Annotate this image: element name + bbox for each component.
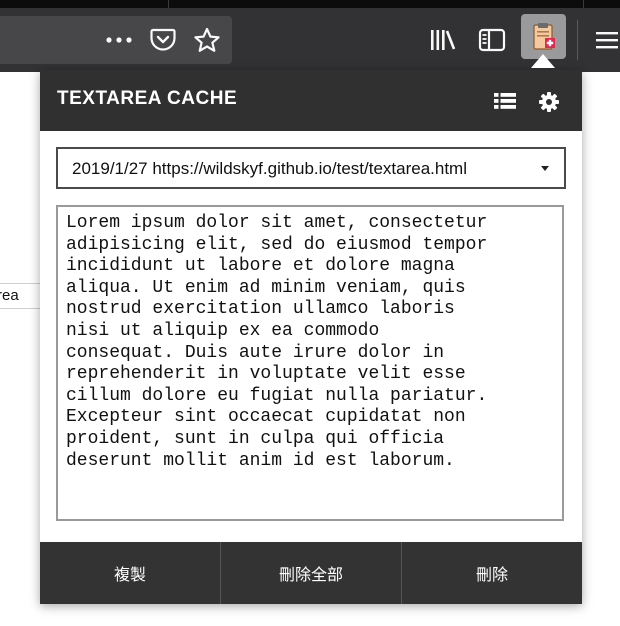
list-icon[interactable] (493, 90, 517, 112)
tab-divider (168, 0, 169, 8)
popup-header: TEXTAREA CACHE (40, 70, 582, 131)
cache-entry-select[interactable]: 2019/1/27 https://wildskyf.github.io/tes… (56, 147, 566, 189)
cached-text-area[interactable]: Lorem ipsum dolor sit amet, consectetur … (56, 205, 564, 521)
tab-strip (0, 0, 620, 8)
copy-button[interactable]: 複製 (40, 542, 220, 604)
textarea-cache-popup: TEXTAREA CACHE 2019/1/27 https://wildsky… (40, 70, 582, 604)
settings-gear-icon[interactable] (537, 90, 561, 114)
textarea-cache-extension-button[interactable] (521, 14, 566, 59)
menu-icon[interactable] (594, 27, 620, 53)
popup-footer: 複製 刪除全部 刪除 (40, 542, 582, 604)
delete-button[interactable]: 刪除 (401, 542, 582, 604)
toolbar-divider (577, 20, 578, 60)
library-icon[interactable] (428, 26, 458, 54)
sidebar-icon[interactable] (477, 26, 507, 54)
extension-clipboard-icon (533, 23, 555, 50)
tab-divider (583, 0, 584, 8)
page-fragment-text: rea (0, 287, 19, 304)
more-icon[interactable] (104, 28, 134, 52)
chevron-down-icon (541, 166, 549, 171)
cache-entry-select-value: 2019/1/27 https://wildskyf.github.io/tes… (72, 159, 467, 178)
page-textarea-fragment[interactable]: rea (0, 283, 42, 309)
popup-title: TEXTAREA CACHE (57, 88, 238, 109)
bookmark-star-icon[interactable] (192, 25, 222, 55)
pocket-icon[interactable] (148, 26, 178, 54)
delete-all-button[interactable]: 刪除全部 (220, 542, 401, 604)
popup-pointer (531, 54, 555, 68)
